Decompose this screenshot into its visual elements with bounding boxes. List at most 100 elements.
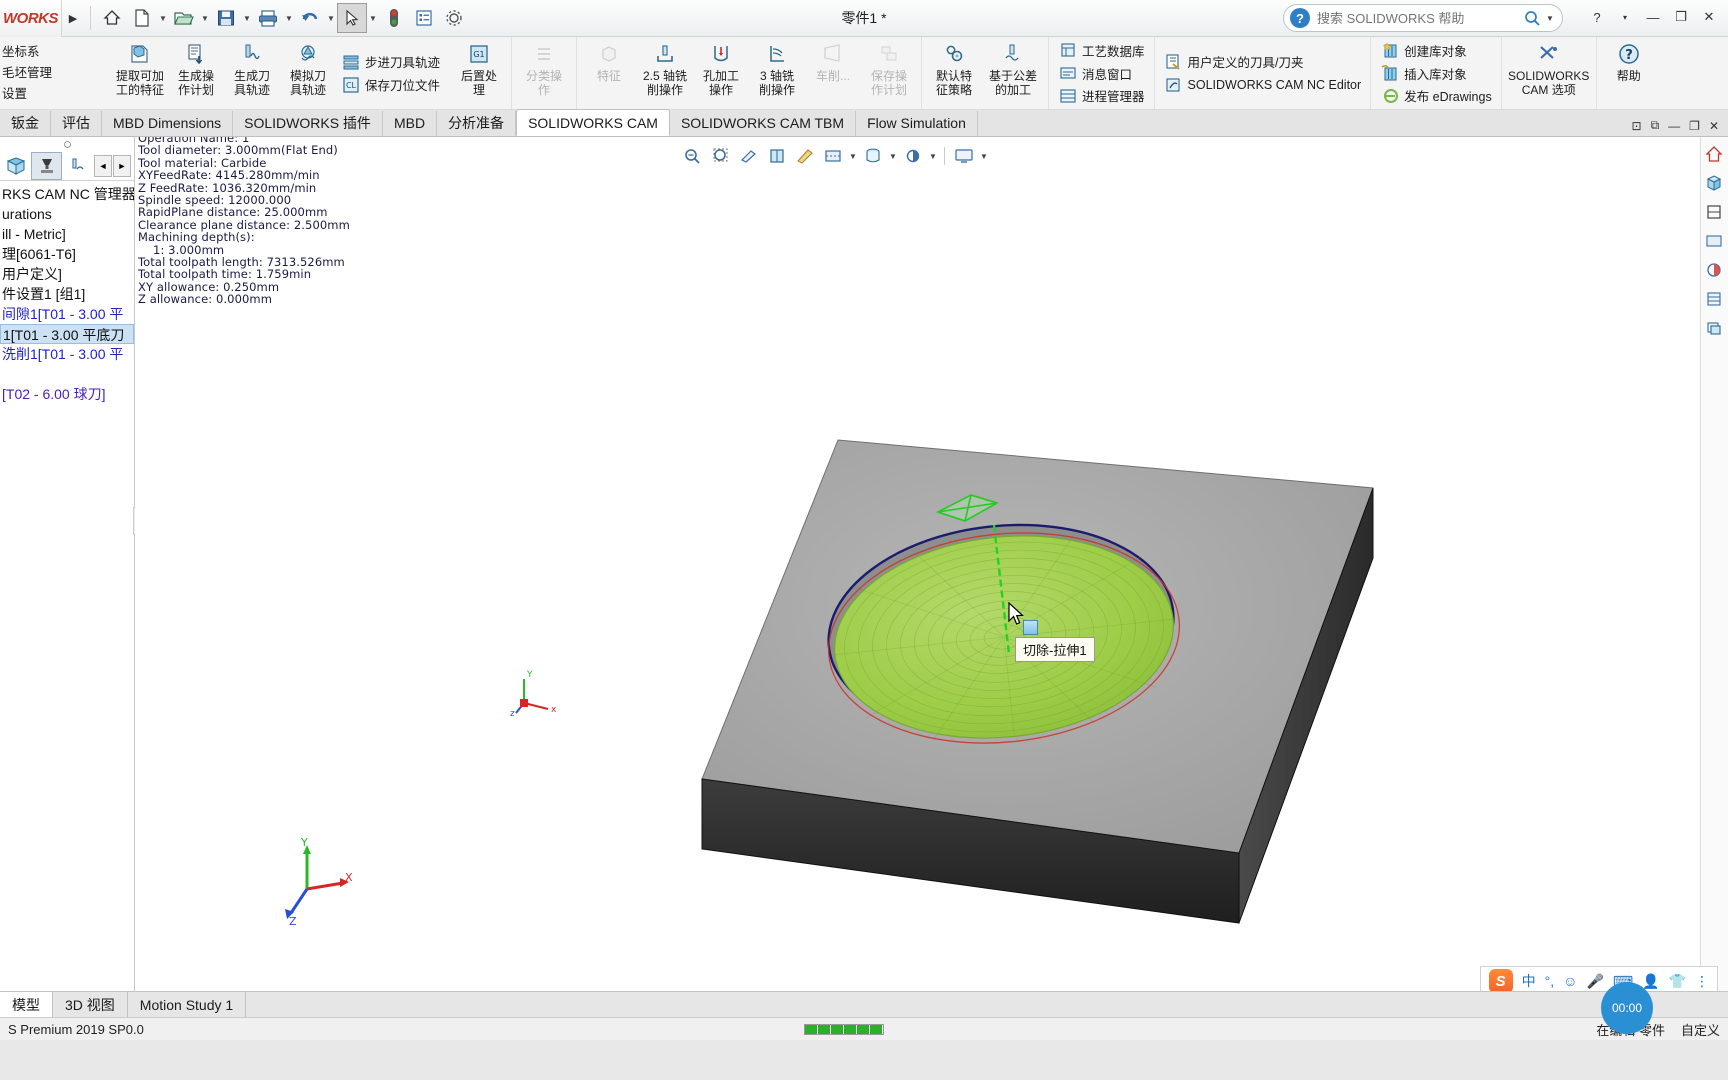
ime-emoji-icon[interactable]: ☺ xyxy=(1563,973,1577,989)
ribbon-message-window-button[interactable]: 消息窗口 xyxy=(1058,62,1145,85)
close-button[interactable]: ✕ xyxy=(1696,4,1722,30)
simulate-toolpath-icon xyxy=(296,41,320,67)
ribbon-feature-button[interactable]: 特征 xyxy=(581,37,637,109)
ribbon-tolerance-machining-button[interactable]: 基于公差 的加工 xyxy=(982,37,1044,109)
restore-doc-icon[interactable]: ⊡ xyxy=(1632,119,1642,133)
btab-3d-views[interactable]: 3D 视图 xyxy=(53,992,128,1017)
maximize-button[interactable]: ❐ xyxy=(1668,4,1694,30)
close-doc-icon[interactable]: ✕ xyxy=(1709,119,1719,133)
tab-mbd[interactable]: MBD xyxy=(383,111,438,136)
ribbon-simulate-toolpath-button[interactable]: 模拟刀 具轨迹 xyxy=(280,37,336,109)
ribbon-publish-edrawings-button[interactable]: 发布 eDrawings xyxy=(1380,84,1492,107)
tree-node-part-setup[interactable]: 件设置1 [组1] xyxy=(0,284,134,304)
sort-operations-icon xyxy=(533,41,555,67)
help-dropdown-button[interactable]: ▾ xyxy=(1612,4,1638,30)
sogou-ime-icon[interactable]: S xyxy=(1488,969,1513,993)
ime-mode-chinese[interactable]: 中 xyxy=(1522,971,1536,991)
ribbon-process-manager-button[interactable]: 进程管理器 xyxy=(1058,84,1145,107)
ribbon-generate-toolpath-button[interactable]: 生成刀 具轨迹 xyxy=(224,37,280,109)
ribbon-extract-features-button[interactable]: 提取可加 工的特征 xyxy=(112,37,168,109)
ime-account-icon[interactable]: 👤 xyxy=(1642,973,1659,990)
tree-node-coordinate-system[interactable]: 用户定义] xyxy=(0,264,134,284)
search-input[interactable] xyxy=(1310,10,1520,26)
tab-scroll-prev[interactable]: ◄ xyxy=(94,154,112,177)
ribbon-save-cl-file-button[interactable]: CL 保存刀位文件 xyxy=(341,73,440,96)
tree-node-clearance-op[interactable]: 间隙1[T01 - 3.00 平 xyxy=(0,304,134,324)
ime-skin-icon[interactable]: 👕 xyxy=(1669,973,1686,990)
panel-pin[interactable] xyxy=(0,137,134,151)
tree-node-stock-manager[interactable]: 理[6061-T6] xyxy=(0,244,134,264)
ribbon-help-button[interactable]: ? 帮助 xyxy=(1601,37,1657,109)
ribbon-step-toolpath-button[interactable]: 步进刀具轨迹 xyxy=(341,50,440,73)
ribbon-mill-25axis-button[interactable]: 2.5 轴铣 削操作 xyxy=(637,37,693,109)
tile-doc-icon[interactable]: ⧉ xyxy=(1651,118,1660,133)
ribbon-post-process-button[interactable]: G1 后置处 理 xyxy=(451,37,507,109)
tab-solidworks-addins[interactable]: SOLIDWORKS 插件 xyxy=(233,111,383,136)
tree-node-machine[interactable]: ill - Metric] xyxy=(0,224,134,244)
tab-sheetmetal[interactable]: 钣金 xyxy=(0,111,51,136)
ribbon-nc-editor-button[interactable]: SOLIDWORKS CAM NC Editor xyxy=(1164,73,1361,96)
tab-evaluate[interactable]: 评估 xyxy=(51,111,102,136)
tree-node-nc-manager[interactable]: RKS CAM NC 管理器 xyxy=(0,184,134,204)
ribbon-mill-3axis-button[interactable]: 3 轴铣 削操作 xyxy=(749,37,805,109)
recording-timer[interactable]: 00:00 xyxy=(1601,982,1653,1034)
ribbon-stacked-group-2: 工艺数据库 消息窗口 进程管理器 xyxy=(1053,37,1150,109)
publish-edrawings-icon xyxy=(1380,86,1399,105)
ribbon-generate-plan-button[interactable]: 生成操 作计划 xyxy=(168,37,224,109)
minimize-button[interactable]: — xyxy=(1640,4,1666,30)
tab-analysis-prep[interactable]: 分析准备 xyxy=(437,111,517,136)
search-icon[interactable] xyxy=(1520,7,1544,29)
help-button[interactable]: ? xyxy=(1584,4,1610,30)
feature-manager-tab[interactable] xyxy=(0,152,31,180)
ribbon-default-strategy-button[interactable]: 默认特 征策略 xyxy=(926,37,982,109)
tree-node-rough-mill-op[interactable]: 洗削1[T01 - 3.00 平 xyxy=(0,344,134,364)
ribbon-label-stock[interactable]: 毛坯管理 xyxy=(2,63,108,84)
view-orientation-cube-icon[interactable] xyxy=(1701,170,1727,196)
tree-node-configurations[interactable]: urations xyxy=(0,204,134,224)
feature-manager-panel: ◄ ► RKS CAM NC 管理器 urations ill - Metric… xyxy=(0,137,135,1040)
mill-3axis-icon xyxy=(766,41,788,67)
appearance-rail-icon[interactable] xyxy=(1701,257,1727,283)
ribbon-hole-machining-button[interactable]: 孔加工 操作 xyxy=(693,37,749,109)
view-home-icon[interactable] xyxy=(1701,141,1727,167)
view-orientation-triad[interactable]: Y X Z xyxy=(265,837,355,927)
ribbon-create-library-object-button[interactable]: 创建库对象 xyxy=(1380,39,1492,62)
display-style-rail-icon[interactable] xyxy=(1701,199,1727,225)
cam-feature-tree-tab[interactable] xyxy=(31,151,62,180)
ime-voice-icon[interactable]: 🎤 xyxy=(1586,973,1603,990)
label: 用户定义的刀具/刀夹 xyxy=(1187,56,1304,70)
tab-mbd-dimensions[interactable]: MBD Dimensions xyxy=(102,111,234,136)
help-search-box[interactable]: ? ▼ xyxy=(1283,4,1563,32)
ime-punctuation-icon[interactable]: °, xyxy=(1545,973,1555,989)
btab-model[interactable]: 模型 xyxy=(0,992,53,1017)
tab-solidworks-cam[interactable]: SOLIDWORKS CAM xyxy=(516,109,670,136)
ribbon-turning-button[interactable]: 车削... xyxy=(805,37,861,109)
tab-flow-simulation[interactable]: Flow Simulation xyxy=(856,111,978,136)
hide-show-rail-icon[interactable] xyxy=(1701,228,1727,254)
ribbon-insert-library-object-button[interactable]: 插入库对象 xyxy=(1380,62,1492,85)
status-custom-label[interactable]: 自定义 xyxy=(1681,1020,1720,1039)
ribbon-user-tools-button[interactable]: 用户定义的刀具/刀夹 xyxy=(1164,50,1362,73)
btab-motion-study[interactable]: Motion Study 1 xyxy=(128,992,247,1017)
graphics-viewport[interactable]: ▼ ▼ ▼ ▼ Operation Name: 1 Tool diameter:… xyxy=(135,137,1728,1040)
scene-rail-icon[interactable] xyxy=(1701,286,1727,312)
apply-scene-rail-icon[interactable] xyxy=(1701,315,1727,341)
ribbon-label-setup[interactable]: 设置 xyxy=(2,84,108,105)
label: 工艺数据库 xyxy=(1082,44,1145,59)
search-dropdown[interactable]: ▼ xyxy=(1544,3,1556,33)
tree-node-selected-op[interactable]: 1[T01 - 3.00 平底刀 xyxy=(0,324,134,344)
ribbon-group-strategy: 默认特 征策略 基于公差 的加工 xyxy=(922,37,1050,109)
ribbon-cam-options-button[interactable]: SOLIDWORKS CAM 选项 xyxy=(1506,37,1592,109)
ribbon-sort-operations-button[interactable]: 分类操 作 xyxy=(516,37,572,109)
ribbon-tech-database-button[interactable]: 工艺数据库 xyxy=(1058,39,1145,62)
minimize-doc-icon[interactable]: — xyxy=(1668,119,1680,133)
tab-scroll-next[interactable]: ► xyxy=(113,154,131,177)
ime-menu-icon[interactable]: ⋮ xyxy=(1695,973,1709,990)
tree-node-ball-tool-op[interactable]: [T02 - 6.00 球刀] xyxy=(0,384,134,404)
tab-solidworks-cam-tbm[interactable]: SOLIDWORKS CAM TBM xyxy=(670,111,857,136)
ribbon-label-coord[interactable]: 坐标系 xyxy=(2,42,108,63)
label-line-1: SOLIDWORKS xyxy=(1508,69,1590,83)
ribbon-save-plan-button[interactable]: 保存操 作计划 xyxy=(861,37,917,109)
maximize-doc-icon[interactable]: ❐ xyxy=(1689,119,1700,133)
cam-operation-tree-tab[interactable] xyxy=(62,152,93,180)
